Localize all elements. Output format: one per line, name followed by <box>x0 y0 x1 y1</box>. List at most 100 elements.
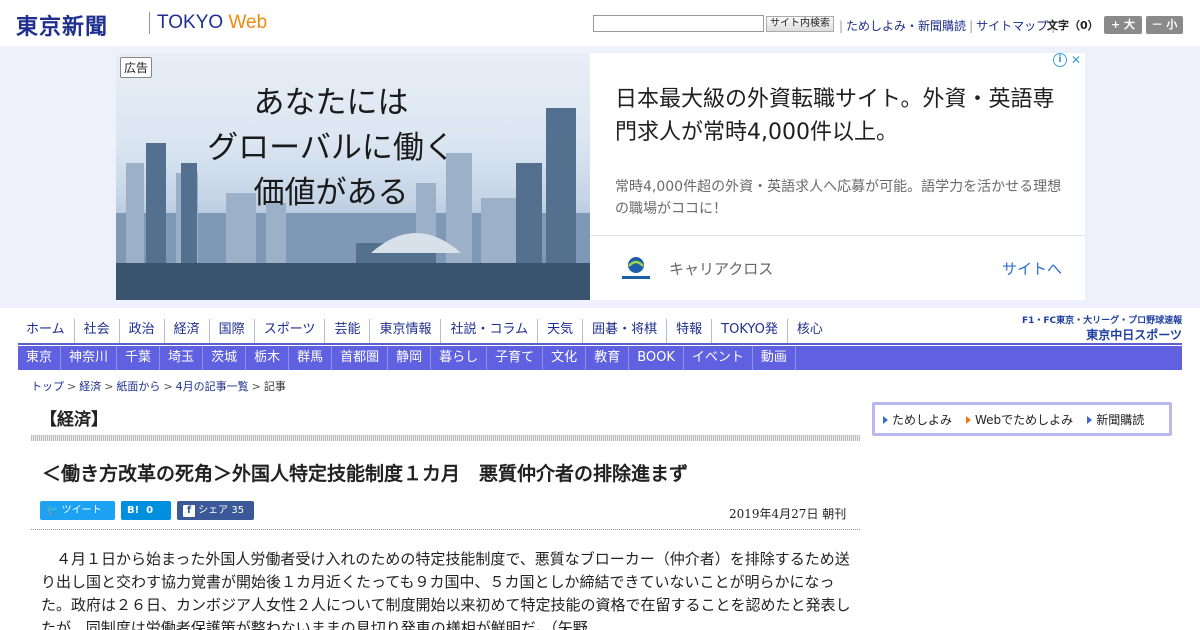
chunichi-sports-banner[interactable]: F1・FC東京・大リーグ・プロ野球速報 東京中日スポーツ <box>1022 313 1182 343</box>
advertiser-logo-icon <box>622 257 650 279</box>
site-header: 東京新聞 TOKYO Web サイト内検索 | ためしよみ・新聞購読 | サイトマップ… <box>0 0 1200 46</box>
main-nav: ホーム 社会 政治 経済 国際 スポーツ 芸能 東京情報 社説・コラム 天気 囲… <box>18 319 832 343</box>
subnav-item-book[interactable]: BOOK <box>629 346 684 370</box>
breadcrumb-current: 記事 <box>263 380 286 393</box>
tweet-button[interactable]: 🐦 ツイート <box>40 501 115 520</box>
subnav-item-shizuoka[interactable]: 静岡 <box>388 346 432 370</box>
sidebar-link-subscribe[interactable]: 新聞購読 <box>1087 411 1144 428</box>
ad-title[interactable]: 日本最大級の外資転職サイト。外資・英語専門求人が常時4,000件以上。 <box>615 83 1065 149</box>
subnav-item-chiba[interactable]: 千葉 <box>117 346 161 370</box>
breadcrumb-top[interactable]: トップ <box>31 380 64 393</box>
article-body: ４月１日から始まった外国人労働者受け入れのための特定技能制度で、悪質なブローカー… <box>41 550 851 630</box>
facebook-share-button[interactable]: f シェア 35 <box>177 501 254 520</box>
sidebar-link-subscribe-label: 新聞購読 <box>1096 412 1145 427</box>
nav-item-weather[interactable]: 天気 <box>537 319 582 343</box>
sidebar-link-trial[interactable]: ためしよみ <box>883 411 952 428</box>
subnav-item-gunma[interactable]: 群馬 <box>289 346 333 370</box>
ad-cta-link[interactable]: サイトへ <box>1002 258 1062 279</box>
sidebar-link-web-trial[interactable]: Webでためしよみ <box>966 411 1073 428</box>
ad-headline-line: グローバルに働く <box>207 130 455 166</box>
publish-date: 2019年4月27日 朝刊 <box>729 507 847 521</box>
breadcrumb-economy[interactable]: 経済 <box>79 380 101 393</box>
facebook-icon: f <box>183 505 195 517</box>
nav-item-society[interactable]: 社会 <box>73 319 119 343</box>
subnav-item-culture[interactable]: 文化 <box>543 346 587 370</box>
nav-item-editorial[interactable]: 社説・コラム <box>440 319 537 343</box>
logo-sub-web: Web <box>228 12 268 33</box>
nav-item-entertainment[interactable]: 芸能 <box>324 319 369 343</box>
sidebar-link-trial-label: ためしよみ <box>892 412 953 427</box>
hatena-icon: B! <box>127 505 140 516</box>
header-link-sitemap[interactable]: サイトマップ <box>976 19 1048 33</box>
breadcrumb: トップ > 経済 > 紙面から >4月の記事一覧 > 記事 <box>31 378 286 394</box>
subnav-item-education[interactable]: 教育 <box>586 346 630 370</box>
font-size-increase-button[interactable]: + 大 <box>1104 16 1142 34</box>
breadcrumb-separator: > <box>67 380 77 393</box>
chunichi-sports-logo: 東京中日スポーツ <box>1086 328 1182 342</box>
ad-close-icon[interactable]: ✕ <box>1069 53 1083 67</box>
nav-item-home[interactable]: ホーム <box>18 319 74 343</box>
subnav-item-event[interactable]: イベント <box>684 346 753 370</box>
site-logo[interactable]: 東京新聞 <box>16 9 108 41</box>
site-search-input[interactable] <box>593 15 764 32</box>
section-title: 【経済】 <box>40 410 108 430</box>
triangle-bullet-icon <box>966 415 972 424</box>
subnav-item-shutoken[interactable]: 首都圏 <box>332 346 389 370</box>
ad-headline: あなたには グローバルに働く 価値がある <box>116 81 546 216</box>
ad-headline-line: あなたには <box>253 85 409 121</box>
triangle-bullet-icon <box>1087 415 1093 424</box>
breadcrumb-separator: > <box>163 380 173 393</box>
logo-divider <box>149 12 150 34</box>
site-search-button[interactable]: サイト内検索 <box>766 16 834 32</box>
nav-item-tokyo-hatsu[interactable]: TOKYO発 <box>711 319 787 343</box>
ad-divider <box>590 235 1085 236</box>
hatena-bookmark-button[interactable]: B! 0 <box>121 501 171 520</box>
facebook-share-label: シェア <box>198 505 229 516</box>
font-size-decrease-button[interactable]: － 小 <box>1146 16 1183 34</box>
section-divider <box>31 435 860 441</box>
triangle-bullet-icon <box>883 415 888 424</box>
ad-info-icon[interactable]: i <box>1053 53 1067 67</box>
subnav-item-saitama[interactable]: 埼玉 <box>160 346 204 370</box>
sub-nav: 東京 神奈川 千葉 埼玉 茨城 栃木 群馬 首都圏 静岡 暮らし 子育て 文化 … <box>18 346 1182 370</box>
breadcrumb-separator: > <box>251 380 261 393</box>
header-link-subscribe[interactable]: ためしよみ・新聞購読 <box>846 19 966 33</box>
breadcrumb-from-paper[interactable]: 紙面から <box>116 380 160 393</box>
nav-item-international[interactable]: 国際 <box>208 319 254 343</box>
nav-item-tokyo-info[interactable]: 東京情報 <box>369 319 440 343</box>
nav-divider <box>18 343 1182 345</box>
breadcrumb-april-list[interactable]: 4月の記事一覧 <box>176 380 249 393</box>
breadcrumb-separator: > <box>104 380 114 393</box>
subnav-item-video[interactable]: 動画 <box>753 346 796 370</box>
article-headline: ＜働き方改革の死角＞外国人特定技能制度１カ月 悪質仲介者の排除進まず <box>42 463 689 485</box>
nav-item-special-report[interactable]: 特報 <box>666 319 711 343</box>
site-logo-sub[interactable]: TOKYO Web <box>157 12 267 34</box>
ad-advertiser-name: キャリアクロス <box>669 260 774 278</box>
nav-item-sports[interactable]: スポーツ <box>253 319 325 343</box>
nav-item-go-shogi[interactable]: 囲碁・将棋 <box>582 319 666 343</box>
subnav-item-parenting[interactable]: 子育て <box>487 346 544 370</box>
nav-item-politics[interactable]: 政治 <box>118 319 164 343</box>
subscription-links-box: ためしよみ Webでためしよみ 新聞購読 <box>872 402 1172 436</box>
facebook-share-count: 35 <box>231 505 245 516</box>
subnav-item-kanagawa[interactable]: 神奈川 <box>61 346 118 370</box>
article-divider <box>31 529 860 530</box>
chunichi-sports-tagline: F1・FC東京・大リーグ・プロ野球速報 <box>1022 316 1183 326</box>
header-link-separator: | <box>969 19 974 33</box>
sidebar-link-web-trial-label: Webでためしよみ <box>975 412 1074 427</box>
header-links: | ためしよみ・新聞購読 | サイトマップ | <box>836 17 1058 34</box>
nav-item-economy[interactable]: 経済 <box>163 319 209 343</box>
subnav-item-tokyo[interactable]: 東京 <box>18 346 62 370</box>
subnav-item-tochigi[interactable]: 栃木 <box>246 346 290 370</box>
ad-description: 常時4,000件超の外資・英語求人へ応募が可能。語学力を活かせる理想の職場がココ… <box>615 179 1062 217</box>
subnav-item-living[interactable]: 暮らし <box>431 346 488 370</box>
ad-text-panel[interactable]: 日本最大級の外資転職サイト。外資・英語専門求人が常時4,000件以上。 常時4,… <box>590 53 1085 300</box>
nav-item-core[interactable]: 核心 <box>786 319 832 343</box>
subnav-item-ibaraki[interactable]: 茨城 <box>203 346 247 370</box>
font-size-label: 文字（0） <box>1047 19 1099 32</box>
header-link-separator: | <box>839 19 844 33</box>
hatena-count: 0 <box>146 505 154 516</box>
logo-sub-tokyo: TOKYO <box>157 12 224 33</box>
twitter-bird-icon: 🐦 <box>46 505 59 516</box>
ad-image[interactable]: 広告 あなたには グローバルに働く 価値がある <box>116 53 590 300</box>
